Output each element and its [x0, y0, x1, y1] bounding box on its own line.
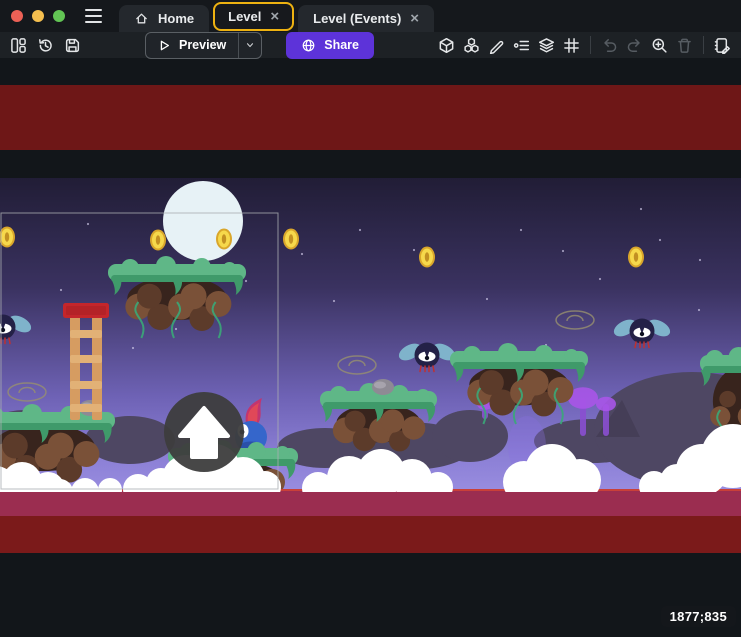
delete-icon[interactable] — [673, 33, 696, 57]
coin-object[interactable] — [629, 248, 643, 267]
coin-object[interactable] — [420, 248, 434, 267]
scene-canvas[interactable] — [0, 58, 741, 637]
close-tab-icon[interactable]: × — [270, 9, 279, 24]
coin-object[interactable] — [284, 230, 298, 249]
tab-home[interactable]: Home — [119, 5, 209, 32]
play-icon — [158, 39, 171, 52]
minimize-button[interactable] — [32, 10, 44, 22]
cursor-coordinates-badge: 1877;835 — [661, 606, 736, 627]
chevron-down-icon — [245, 39, 255, 51]
menu-icon[interactable] — [81, 5, 106, 27]
coin-object[interactable] — [151, 231, 165, 250]
top-kill-zone-band[interactable] — [0, 85, 741, 150]
save-icon[interactable] — [61, 33, 84, 57]
panels-icon[interactable] — [7, 33, 30, 57]
undo-icon[interactable] — [598, 33, 621, 57]
home-icon — [134, 11, 149, 26]
grid-icon[interactable] — [560, 33, 583, 57]
instances-list-icon[interactable] — [510, 33, 533, 57]
tab-label: Level (Events) — [313, 11, 401, 26]
tab-label: Home — [158, 11, 194, 26]
preview-split-button: Preview — [145, 32, 262, 59]
globe-icon — [301, 38, 316, 53]
preview-button[interactable]: Preview — [146, 33, 238, 58]
tab-bar: Home Level × Level (Events) × — [119, 0, 434, 32]
redo-icon[interactable] — [623, 33, 646, 57]
edit-pencil-icon[interactable] — [485, 33, 508, 57]
share-button[interactable]: Share — [286, 32, 374, 59]
objects-3d-icon[interactable] — [435, 33, 458, 57]
moon-object[interactable] — [163, 181, 243, 261]
coin-object[interactable] — [0, 228, 14, 247]
close-button[interactable] — [11, 10, 23, 22]
history-icon[interactable] — [34, 33, 57, 57]
touch-up-button-object[interactable] — [164, 392, 244, 472]
scene-properties-icon[interactable] — [711, 33, 734, 57]
preview-options-button[interactable] — [238, 33, 261, 58]
coin-object[interactable] — [217, 230, 231, 249]
traffic-lights — [11, 10, 65, 22]
object-groups-icon[interactable] — [460, 33, 483, 57]
toolbar-divider — [590, 36, 591, 54]
layers-icon[interactable] — [535, 33, 558, 57]
bottom-kill-zone-bands[interactable] — [0, 489, 741, 553]
toolbar: Preview Share — [0, 32, 741, 58]
tab-label: Level — [228, 9, 261, 24]
close-tab-icon[interactable]: × — [410, 11, 419, 26]
maximize-button[interactable] — [53, 10, 65, 22]
tab-level[interactable]: Level × — [213, 2, 294, 31]
toolbar-divider — [703, 36, 704, 54]
tab-level-events[interactable]: Level (Events) × — [298, 5, 434, 32]
preview-label: Preview — [179, 38, 226, 52]
zoom-in-icon[interactable] — [648, 33, 671, 57]
titlebar: Home Level × Level (Events) × — [0, 0, 741, 32]
share-label: Share — [324, 38, 359, 52]
